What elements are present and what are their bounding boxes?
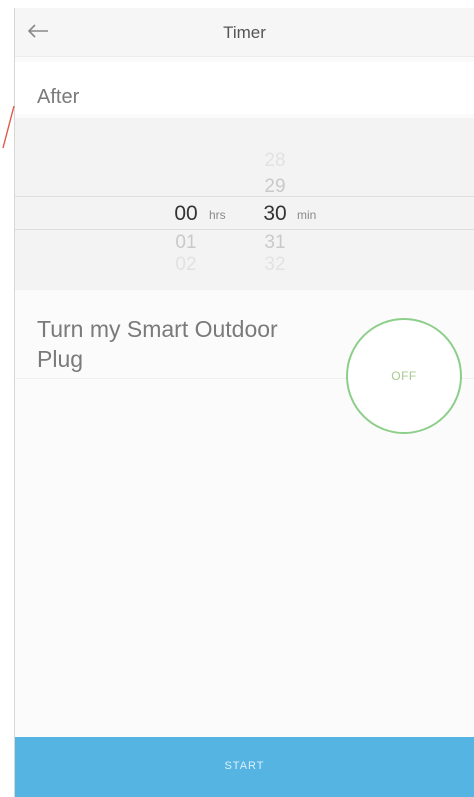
header-bar: Timer [15, 8, 474, 57]
picker-selection-band [15, 196, 474, 230]
minutes-wheel[interactable]: 28 29 30 31 32 [252, 118, 298, 290]
page-title: Timer [223, 23, 266, 42]
minutes-option: 28 [264, 150, 286, 171]
minutes-unit-label: min [297, 208, 317, 222]
hours-unit-label: hrs [209, 208, 226, 222]
hours-wheel[interactable]: 00 01 02 [163, 118, 209, 290]
time-picker: 00 01 02 hrs 28 29 30 31 32 min [15, 118, 474, 290]
minutes-option: 31 [264, 232, 286, 253]
toggle-state-label: OFF [391, 369, 417, 383]
minutes-option: 29 [264, 176, 286, 197]
minutes-selected: 30 [263, 202, 287, 225]
hours-option: 02 [175, 254, 197, 275]
accent-line [2, 105, 15, 149]
after-label: After [37, 86, 80, 108]
start-button-label: START [224, 760, 265, 772]
plug-action-text: Turn my Smart Outdoor Plug [37, 316, 278, 372]
minutes-option: 32 [264, 254, 286, 275]
hours-option: 01 [175, 232, 197, 253]
power-toggle-button[interactable]: OFF [346, 318, 462, 434]
start-button[interactable]: START [15, 737, 474, 797]
timer-screen: Timer After 00 01 02 hrs 28 29 30 31 32 … [14, 8, 474, 797]
hours-selected: 00 [174, 202, 198, 225]
after-section: After [15, 62, 474, 114]
